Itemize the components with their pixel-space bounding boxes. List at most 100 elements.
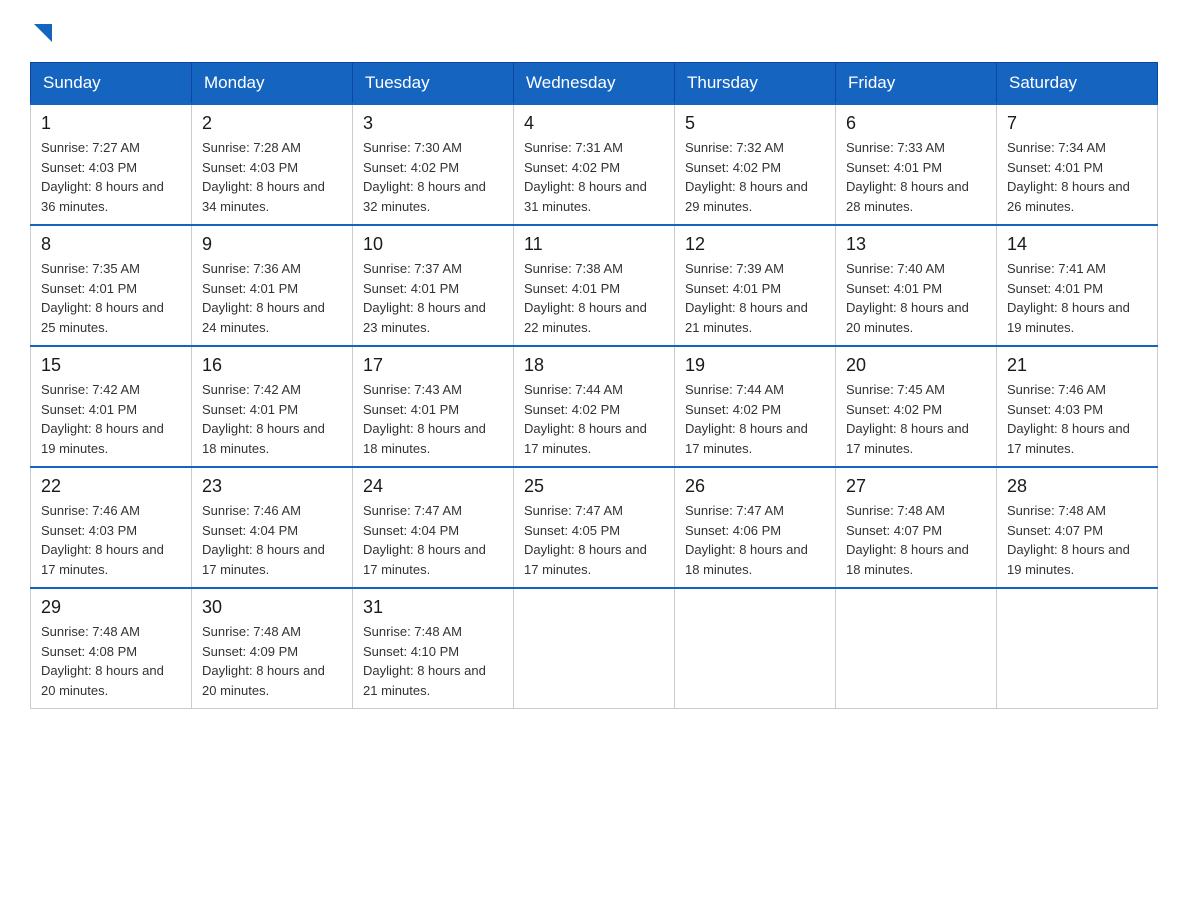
day-number: 13 <box>846 234 986 255</box>
day-info: Sunrise: 7:43 AMSunset: 4:01 PMDaylight:… <box>363 380 503 458</box>
calendar-day-cell: 3 Sunrise: 7:30 AMSunset: 4:02 PMDaylight… <box>353 104 514 225</box>
calendar-day-cell <box>514 588 675 709</box>
calendar-day-cell: 13Sunrise: 7:40 AMSunset: 4:01 PMDayligh… <box>836 225 997 346</box>
calendar-week-row: 29 Sunrise: 7:48 AMSunset: 4:08 PMDayligh… <box>31 588 1158 709</box>
calendar-day-cell: 8 Sunrise: 7:35 AMSunset: 4:01 PMDaylight… <box>31 225 192 346</box>
day-number: 9 <box>202 234 342 255</box>
day-info: Sunrise: 7:41 AMSunset: 4:01 PMDaylight:… <box>1007 259 1147 337</box>
header-monday: Monday <box>192 63 353 105</box>
calendar-week-row: 1 Sunrise: 7:27 AMSunset: 4:03 PMDaylight… <box>31 104 1158 225</box>
day-number: 15 <box>41 355 181 376</box>
day-number: 20 <box>846 355 986 376</box>
day-number: 24 <box>363 476 503 497</box>
day-info: Sunrise: 7:48 AMSunset: 4:07 PMDaylight:… <box>846 501 986 579</box>
calendar-day-cell: 4 Sunrise: 7:31 AMSunset: 4:02 PMDaylight… <box>514 104 675 225</box>
day-number: 7 <box>1007 113 1147 134</box>
calendar-day-cell <box>997 588 1158 709</box>
day-info: Sunrise: 7:42 AMSunset: 4:01 PMDaylight:… <box>202 380 342 458</box>
calendar-day-cell: 7 Sunrise: 7:34 AMSunset: 4:01 PMDaylight… <box>997 104 1158 225</box>
day-number: 25 <box>524 476 664 497</box>
calendar-day-cell <box>836 588 997 709</box>
day-info: Sunrise: 7:30 AMSunset: 4:02 PMDaylight:… <box>363 138 503 216</box>
calendar-week-row: 8 Sunrise: 7:35 AMSunset: 4:01 PMDaylight… <box>31 225 1158 346</box>
day-info: Sunrise: 7:28 AMSunset: 4:03 PMDaylight:… <box>202 138 342 216</box>
calendar-day-cell: 9 Sunrise: 7:36 AMSunset: 4:01 PMDaylight… <box>192 225 353 346</box>
day-info: Sunrise: 7:48 AMSunset: 4:08 PMDaylight:… <box>41 622 181 700</box>
calendar-day-cell: 31Sunrise: 7:48 AMSunset: 4:10 PMDayligh… <box>353 588 514 709</box>
day-number: 6 <box>846 113 986 134</box>
calendar-day-cell: 10Sunrise: 7:37 AMSunset: 4:01 PMDayligh… <box>353 225 514 346</box>
calendar-day-cell: 12 Sunrise: 7:39 AMSunset: 4:01 PMDayligh… <box>675 225 836 346</box>
header-wednesday: Wednesday <box>514 63 675 105</box>
calendar-day-cell: 5Sunrise: 7:32 AMSunset: 4:02 PMDaylight… <box>675 104 836 225</box>
day-number: 30 <box>202 597 342 618</box>
calendar-day-cell: 14Sunrise: 7:41 AMSunset: 4:01 PMDayligh… <box>997 225 1158 346</box>
day-info: Sunrise: 7:46 AMSunset: 4:03 PMDaylight:… <box>41 501 181 579</box>
day-number: 1 <box>41 113 181 134</box>
day-info: Sunrise: 7:27 AMSunset: 4:03 PMDaylight:… <box>41 138 181 216</box>
calendar-day-cell: 20 Sunrise: 7:45 AMSunset: 4:02 PMDayligh… <box>836 346 997 467</box>
day-info: Sunrise: 7:47 AMSunset: 4:04 PMDaylight:… <box>363 501 503 579</box>
day-number: 4 <box>524 113 664 134</box>
day-info: Sunrise: 7:44 AMSunset: 4:02 PMDaylight:… <box>685 380 825 458</box>
day-info: Sunrise: 7:47 AMSunset: 4:06 PMDaylight:… <box>685 501 825 579</box>
day-number: 23 <box>202 476 342 497</box>
day-number: 18 <box>524 355 664 376</box>
calendar-day-cell: 30 Sunrise: 7:48 AMSunset: 4:09 PMDayligh… <box>192 588 353 709</box>
day-info: Sunrise: 7:48 AMSunset: 4:09 PMDaylight:… <box>202 622 342 700</box>
header-saturday: Saturday <box>997 63 1158 105</box>
day-info: Sunrise: 7:33 AMSunset: 4:01 PMDaylight:… <box>846 138 986 216</box>
logo-triangle-icon <box>30 20 56 46</box>
calendar-day-cell: 2 Sunrise: 7:28 AMSunset: 4:03 PMDaylight… <box>192 104 353 225</box>
day-info: Sunrise: 7:45 AMSunset: 4:02 PMDaylight:… <box>846 380 986 458</box>
header-tuesday: Tuesday <box>353 63 514 105</box>
day-info: Sunrise: 7:48 AMSunset: 4:07 PMDaylight:… <box>1007 501 1147 579</box>
day-number: 12 <box>685 234 825 255</box>
day-number: 27 <box>846 476 986 497</box>
day-number: 19 <box>685 355 825 376</box>
day-number: 10 <box>363 234 503 255</box>
calendar-day-cell: 22 Sunrise: 7:46 AMSunset: 4:03 PMDayligh… <box>31 467 192 588</box>
calendar-day-cell: 15 Sunrise: 7:42 AMSunset: 4:01 PMDayligh… <box>31 346 192 467</box>
day-number: 21 <box>1007 355 1147 376</box>
day-number: 2 <box>202 113 342 134</box>
calendar-table: Sunday Monday Tuesday Wednesday Thursday… <box>30 62 1158 709</box>
calendar-day-cell: 6 Sunrise: 7:33 AMSunset: 4:01 PMDaylight… <box>836 104 997 225</box>
day-info: Sunrise: 7:31 AMSunset: 4:02 PMDaylight:… <box>524 138 664 216</box>
day-number: 26 <box>685 476 825 497</box>
day-number: 29 <box>41 597 181 618</box>
day-info: Sunrise: 7:42 AMSunset: 4:01 PMDaylight:… <box>41 380 181 458</box>
header-sunday: Sunday <box>31 63 192 105</box>
calendar-day-cell: 28Sunrise: 7:48 AMSunset: 4:07 PMDayligh… <box>997 467 1158 588</box>
weekday-header-row: Sunday Monday Tuesday Wednesday Thursday… <box>31 63 1158 105</box>
day-number: 11 <box>524 234 664 255</box>
day-info: Sunrise: 7:36 AMSunset: 4:01 PMDaylight:… <box>202 259 342 337</box>
calendar-day-cell: 25 Sunrise: 7:47 AMSunset: 4:05 PMDayligh… <box>514 467 675 588</box>
calendar-day-cell: 11 Sunrise: 7:38 AMSunset: 4:01 PMDayligh… <box>514 225 675 346</box>
calendar-day-cell: 29 Sunrise: 7:48 AMSunset: 4:08 PMDayligh… <box>31 588 192 709</box>
calendar-week-row: 15 Sunrise: 7:42 AMSunset: 4:01 PMDayligh… <box>31 346 1158 467</box>
day-number: 31 <box>363 597 503 618</box>
calendar-day-cell: 19 Sunrise: 7:44 AMSunset: 4:02 PMDayligh… <box>675 346 836 467</box>
calendar-day-cell: 1 Sunrise: 7:27 AMSunset: 4:03 PMDaylight… <box>31 104 192 225</box>
day-info: Sunrise: 7:38 AMSunset: 4:01 PMDaylight:… <box>524 259 664 337</box>
day-info: Sunrise: 7:34 AMSunset: 4:01 PMDaylight:… <box>1007 138 1147 216</box>
day-number: 22 <box>41 476 181 497</box>
day-number: 16 <box>202 355 342 376</box>
day-number: 8 <box>41 234 181 255</box>
calendar-day-cell: 24 Sunrise: 7:47 AMSunset: 4:04 PMDayligh… <box>353 467 514 588</box>
header-thursday: Thursday <box>675 63 836 105</box>
calendar-day-cell: 21Sunrise: 7:46 AMSunset: 4:03 PMDayligh… <box>997 346 1158 467</box>
day-info: Sunrise: 7:47 AMSunset: 4:05 PMDaylight:… <box>524 501 664 579</box>
day-info: Sunrise: 7:35 AMSunset: 4:01 PMDaylight:… <box>41 259 181 337</box>
page-header <box>30 20 1158 46</box>
calendar-day-cell: 27 Sunrise: 7:48 AMSunset: 4:07 PMDayligh… <box>836 467 997 588</box>
day-info: Sunrise: 7:39 AMSunset: 4:01 PMDaylight:… <box>685 259 825 337</box>
logo <box>30 20 56 46</box>
day-number: 3 <box>363 113 503 134</box>
day-info: Sunrise: 7:32 AMSunset: 4:02 PMDaylight:… <box>685 138 825 216</box>
header-friday: Friday <box>836 63 997 105</box>
day-number: 17 <box>363 355 503 376</box>
calendar-day-cell <box>675 588 836 709</box>
calendar-day-cell: 26 Sunrise: 7:47 AMSunset: 4:06 PMDayligh… <box>675 467 836 588</box>
